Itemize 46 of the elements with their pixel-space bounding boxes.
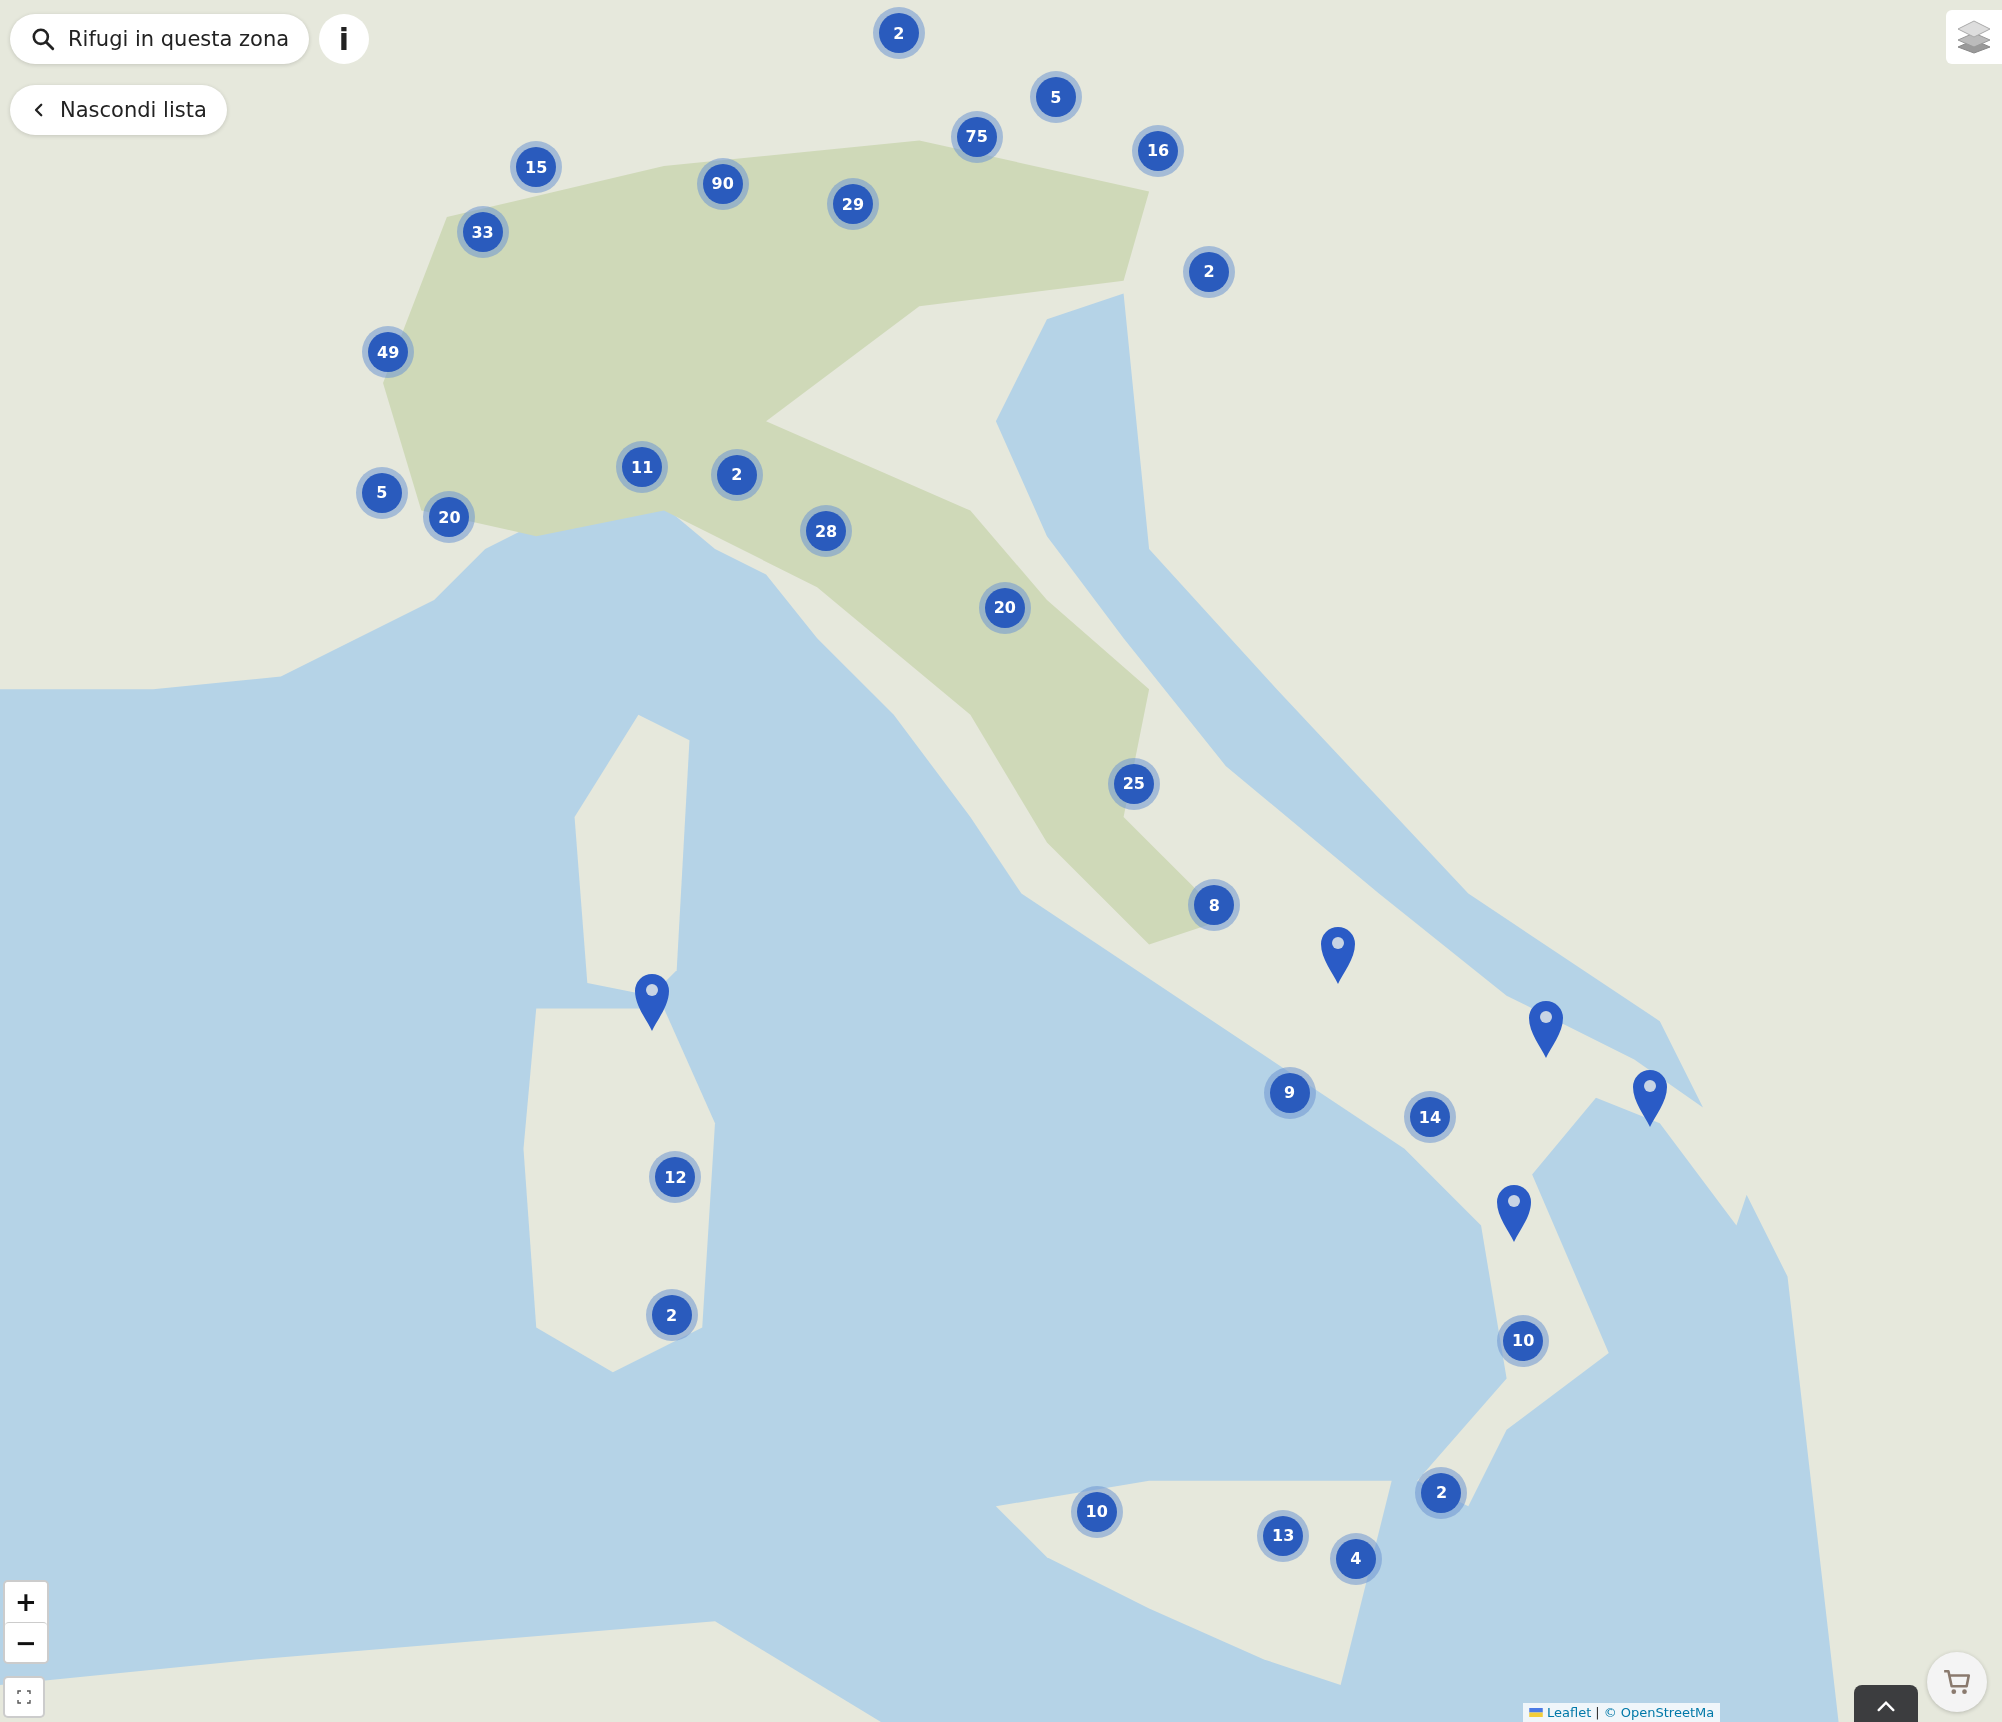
cluster-marker[interactable]: 49 <box>362 326 415 379</box>
search-button[interactable]: Rifugi in questa zona <box>10 14 310 64</box>
cluster-marker[interactable]: 9 <box>1263 1066 1316 1119</box>
cluster-marker[interactable]: 20 <box>978 581 1031 634</box>
cluster-marker[interactable]: 2 <box>645 1289 698 1342</box>
flag-icon <box>1529 1708 1543 1717</box>
cluster-marker[interactable]: 12 <box>649 1151 702 1204</box>
cluster-marker[interactable]: 14 <box>1404 1091 1456 1144</box>
cluster-marker[interactable]: 2 <box>872 7 925 60</box>
fullscreen-icon <box>17 1690 31 1704</box>
cluster-marker[interactable]: 20 <box>423 491 476 544</box>
cluster-marker[interactable]: 75 <box>950 110 1003 163</box>
cluster-marker[interactable]: 13 <box>1257 1509 1310 1562</box>
cluster-marker[interactable]: 10 <box>1070 1485 1123 1538</box>
zoom-out-button[interactable]: − <box>5 1622 47 1662</box>
expand-tab[interactable] <box>1854 1685 1918 1722</box>
map-pin-icon[interactable] <box>1527 999 1566 1060</box>
cart-icon <box>1942 1667 1972 1697</box>
leaflet-link[interactable]: Leaflet <box>1547 1705 1592 1720</box>
search-icon <box>30 26 56 52</box>
cluster-marker[interactable]: 16 <box>1132 124 1185 177</box>
cluster-marker[interactable]: 25 <box>1107 757 1160 810</box>
map-pin-icon[interactable] <box>633 972 672 1033</box>
map-pin-icon[interactable] <box>1319 925 1358 986</box>
map-pin-icon[interactable] <box>1495 1182 1534 1243</box>
cluster-marker[interactable]: 5 <box>355 466 408 519</box>
layers-button[interactable] <box>1946 10 2002 64</box>
map-pin-icon[interactable] <box>1630 1068 1669 1129</box>
cluster-marker[interactable]: 10 <box>1497 1314 1550 1367</box>
cluster-marker[interactable]: 29 <box>826 178 879 231</box>
cluster-marker[interactable]: 33 <box>456 206 509 259</box>
attribution-separator: | <box>1595 1705 1600 1720</box>
hide-list-button[interactable]: Nascondi lista <box>10 85 227 135</box>
cluster-marker[interactable]: 11 <box>616 441 669 494</box>
cluster-marker[interactable]: 2 <box>710 448 763 501</box>
openstreetmap-link[interactable]: © OpenStreetMa <box>1603 1705 1715 1720</box>
cluster-marker[interactable]: 8 <box>1188 879 1241 932</box>
layers-icon <box>1956 20 1992 54</box>
cluster-marker[interactable]: 5 <box>1029 71 1082 124</box>
cluster-marker[interactable]: 90 <box>696 157 749 210</box>
fullscreen-button[interactable] <box>3 1676 45 1718</box>
cluster-marker[interactable]: 2 <box>1183 245 1236 298</box>
cluster-marker[interactable]: 4 <box>1329 1532 1382 1585</box>
cluster-marker[interactable]: 28 <box>800 505 853 558</box>
cluster-marker[interactable]: 2 <box>1415 1466 1468 1519</box>
cluster-marker[interactable]: 15 <box>510 141 563 194</box>
